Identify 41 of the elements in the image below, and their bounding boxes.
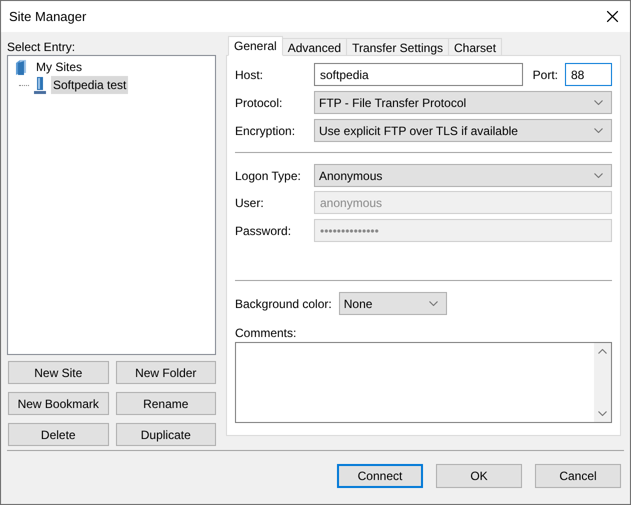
field-label: Logon Type: — [235, 168, 302, 184]
host-field[interactable]: softpedia — [314, 63, 523, 86]
background-color-dropdown[interactable]: None — [338, 292, 447, 315]
tab[interactable]: Transfer Settings — [346, 38, 450, 56]
select-entry-label: Select Entry: — [7, 39, 76, 55]
scroll-down-icon — [598, 411, 607, 416]
dialog-button[interactable]: Cancel — [535, 464, 621, 488]
site-button[interactable]: Delete — [8, 423, 108, 446]
field-label: Comments: — [235, 325, 298, 339]
scroll-up-icon — [598, 349, 607, 354]
chevron-down-icon — [594, 173, 603, 178]
protocol-dropdown[interactable]: FTP - File Transfer Protocol — [314, 91, 612, 114]
close-icon[interactable] — [607, 11, 618, 22]
field-label: Password: — [235, 222, 292, 240]
chevron-down-icon — [594, 128, 603, 133]
dialog-button[interactable]: OK — [436, 464, 522, 488]
field-label: Host: — [235, 66, 264, 84]
field-label: Protocol: — [235, 94, 284, 112]
chevron-down-icon — [594, 100, 603, 105]
tree-item[interactable]: My Sites — [34, 58, 84, 76]
chevron-down-icon — [428, 301, 438, 306]
encryption-dropdown[interactable]: Use explicit FTP over TLS if available — [314, 119, 612, 142]
site-button[interactable]: New Folder — [116, 361, 216, 384]
server-icon — [33, 76, 47, 94]
field-label: Background color: — [235, 296, 332, 312]
dialog-button[interactable]: Connect — [337, 464, 423, 488]
site-button[interactable]: New Bookmark — [8, 392, 108, 415]
window-title: Site Manager — [9, 8, 86, 26]
field-label: Encryption: — [235, 122, 296, 140]
field-label: User: — [235, 194, 265, 212]
site-button[interactable]: Rename — [116, 392, 216, 415]
field-label: Port: — [532, 66, 558, 84]
scrollbar[interactable] — [594, 343, 611, 422]
site-button[interactable]: New Site — [8, 361, 108, 384]
tree-item[interactable]: Softpedia test — [51, 76, 128, 94]
port-field[interactable]: 88 — [565, 63, 612, 86]
tab[interactable]: General — [228, 36, 283, 56]
comments-field[interactable] — [235, 342, 612, 423]
tab[interactable]: Charset — [448, 38, 502, 56]
logon-type-dropdown[interactable]: Anonymous — [314, 164, 612, 187]
site-button[interactable]: Duplicate — [116, 423, 216, 446]
